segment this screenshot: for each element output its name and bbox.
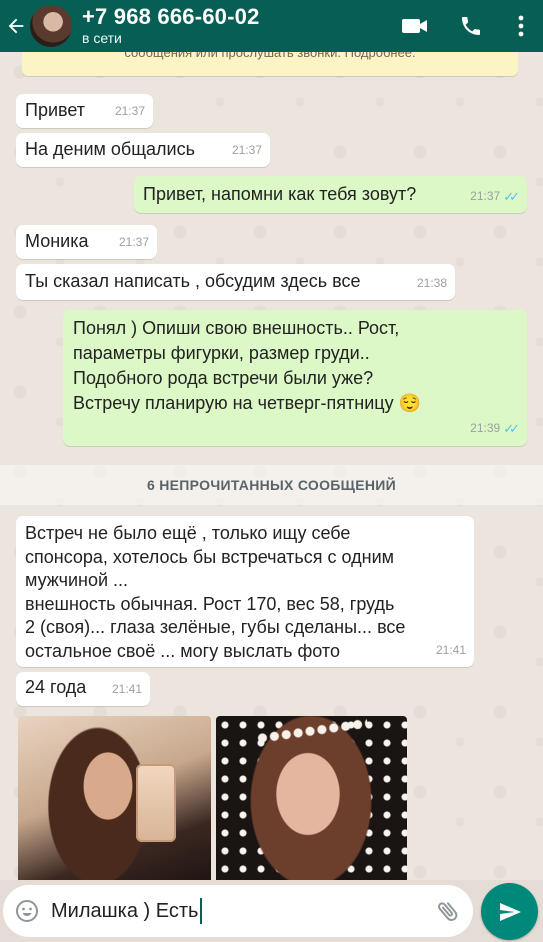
unread-divider-label: 6 НЕПРОЧИТАННЫХ СООБЩЕНИЙ [146, 477, 396, 493]
message-time: 21:41 [435, 642, 466, 657]
arrow-left-icon [8, 18, 24, 34]
video-camera-icon [402, 19, 427, 33]
back-button[interactable] [2, 0, 30, 52]
read-ticks-icon: ✓✓ [503, 189, 520, 204]
encryption-notice[interactable]: сообщения или прослушать звонки. Подробн… [22, 52, 518, 76]
emoji-button[interactable] [3, 885, 51, 937]
send-button[interactable] [481, 883, 538, 940]
chat-area[interactable]: сообщения или прослушать звонки. Подробн… [0, 52, 543, 880]
message-bubble[interactable]: Встреч не было ещё , только ищу себе спо… [16, 516, 474, 667]
message-text: Ты сказал написать , обсудим здесь все [25, 271, 361, 291]
message-bubble[interactable]: Моника 21:37 [16, 225, 157, 259]
message-field[interactable]: Милашка ) Есть [3, 885, 473, 937]
text-caret [200, 898, 203, 924]
message-time: 21:37 [118, 235, 149, 249]
message-time: 21:37 ✓✓ [470, 185, 520, 208]
message-text: Встреч не было ещё , только ищу себе спо… [25, 523, 406, 661]
attach-button[interactable] [423, 885, 473, 937]
photo-pearls-detail [255, 716, 369, 746]
contact-name: +7 968 666-60-02 [82, 4, 260, 29]
message-bubble[interactable]: Понял ) Опиши свою внешность.. Рост, пар… [63, 310, 527, 446]
read-ticks-icon: ✓✓ [503, 421, 520, 436]
message-bubble[interactable]: 24 года 21:41 [16, 672, 150, 706]
message-input[interactable]: Милашка ) Есть [51, 885, 423, 937]
message-time: 21:41 [111, 682, 142, 696]
menu-button[interactable] [499, 0, 543, 52]
send-icon [499, 902, 521, 921]
chat-header: +7 968 666-60-02 в сети [0, 0, 543, 52]
more-vert-icon [518, 15, 524, 37]
emoji-icon [16, 900, 38, 922]
message-time: 21:39 ✓✓ [470, 416, 520, 441]
message-bubble[interactable]: Привет 21:37 [16, 94, 153, 128]
message-bubble[interactable]: На деним общались 21:37 [16, 133, 270, 167]
paperclip-icon [438, 902, 458, 921]
message-bubble[interactable]: Привет, напомни как тебя зовут? 21:37 ✓✓ [134, 176, 527, 213]
photo-message[interactable] [18, 716, 211, 880]
composer-bar: Милашка ) Есть [0, 880, 543, 942]
message-time: 21:38 [416, 276, 447, 290]
notice-text: сообщения или прослушать звонки. Подробн… [124, 52, 416, 60]
message-bubble[interactable]: Ты сказал написать , обсудим здесь все 2… [16, 264, 455, 300]
voice-call-button[interactable] [443, 0, 499, 52]
photo-phone-detail [136, 764, 176, 842]
message-time: 21:37 [231, 143, 262, 157]
message-text: Понял ) Опиши свою внешность.. Рост, пар… [73, 318, 422, 413]
photo-message[interactable] [216, 716, 407, 880]
video-call-button[interactable] [387, 0, 443, 52]
message-time: 21:37 [114, 104, 145, 118]
unread-divider: 6 НЕПРОЧИТАННЫХ СООБЩЕНИЙ [0, 465, 543, 505]
phone-icon [462, 17, 480, 35]
contact-status: в сети [82, 30, 122, 46]
avatar[interactable] [30, 5, 72, 47]
contact-info[interactable]: +7 968 666-60-02 в сети [82, 5, 387, 47]
message-input-value: Милашка ) Есть [51, 900, 199, 922]
